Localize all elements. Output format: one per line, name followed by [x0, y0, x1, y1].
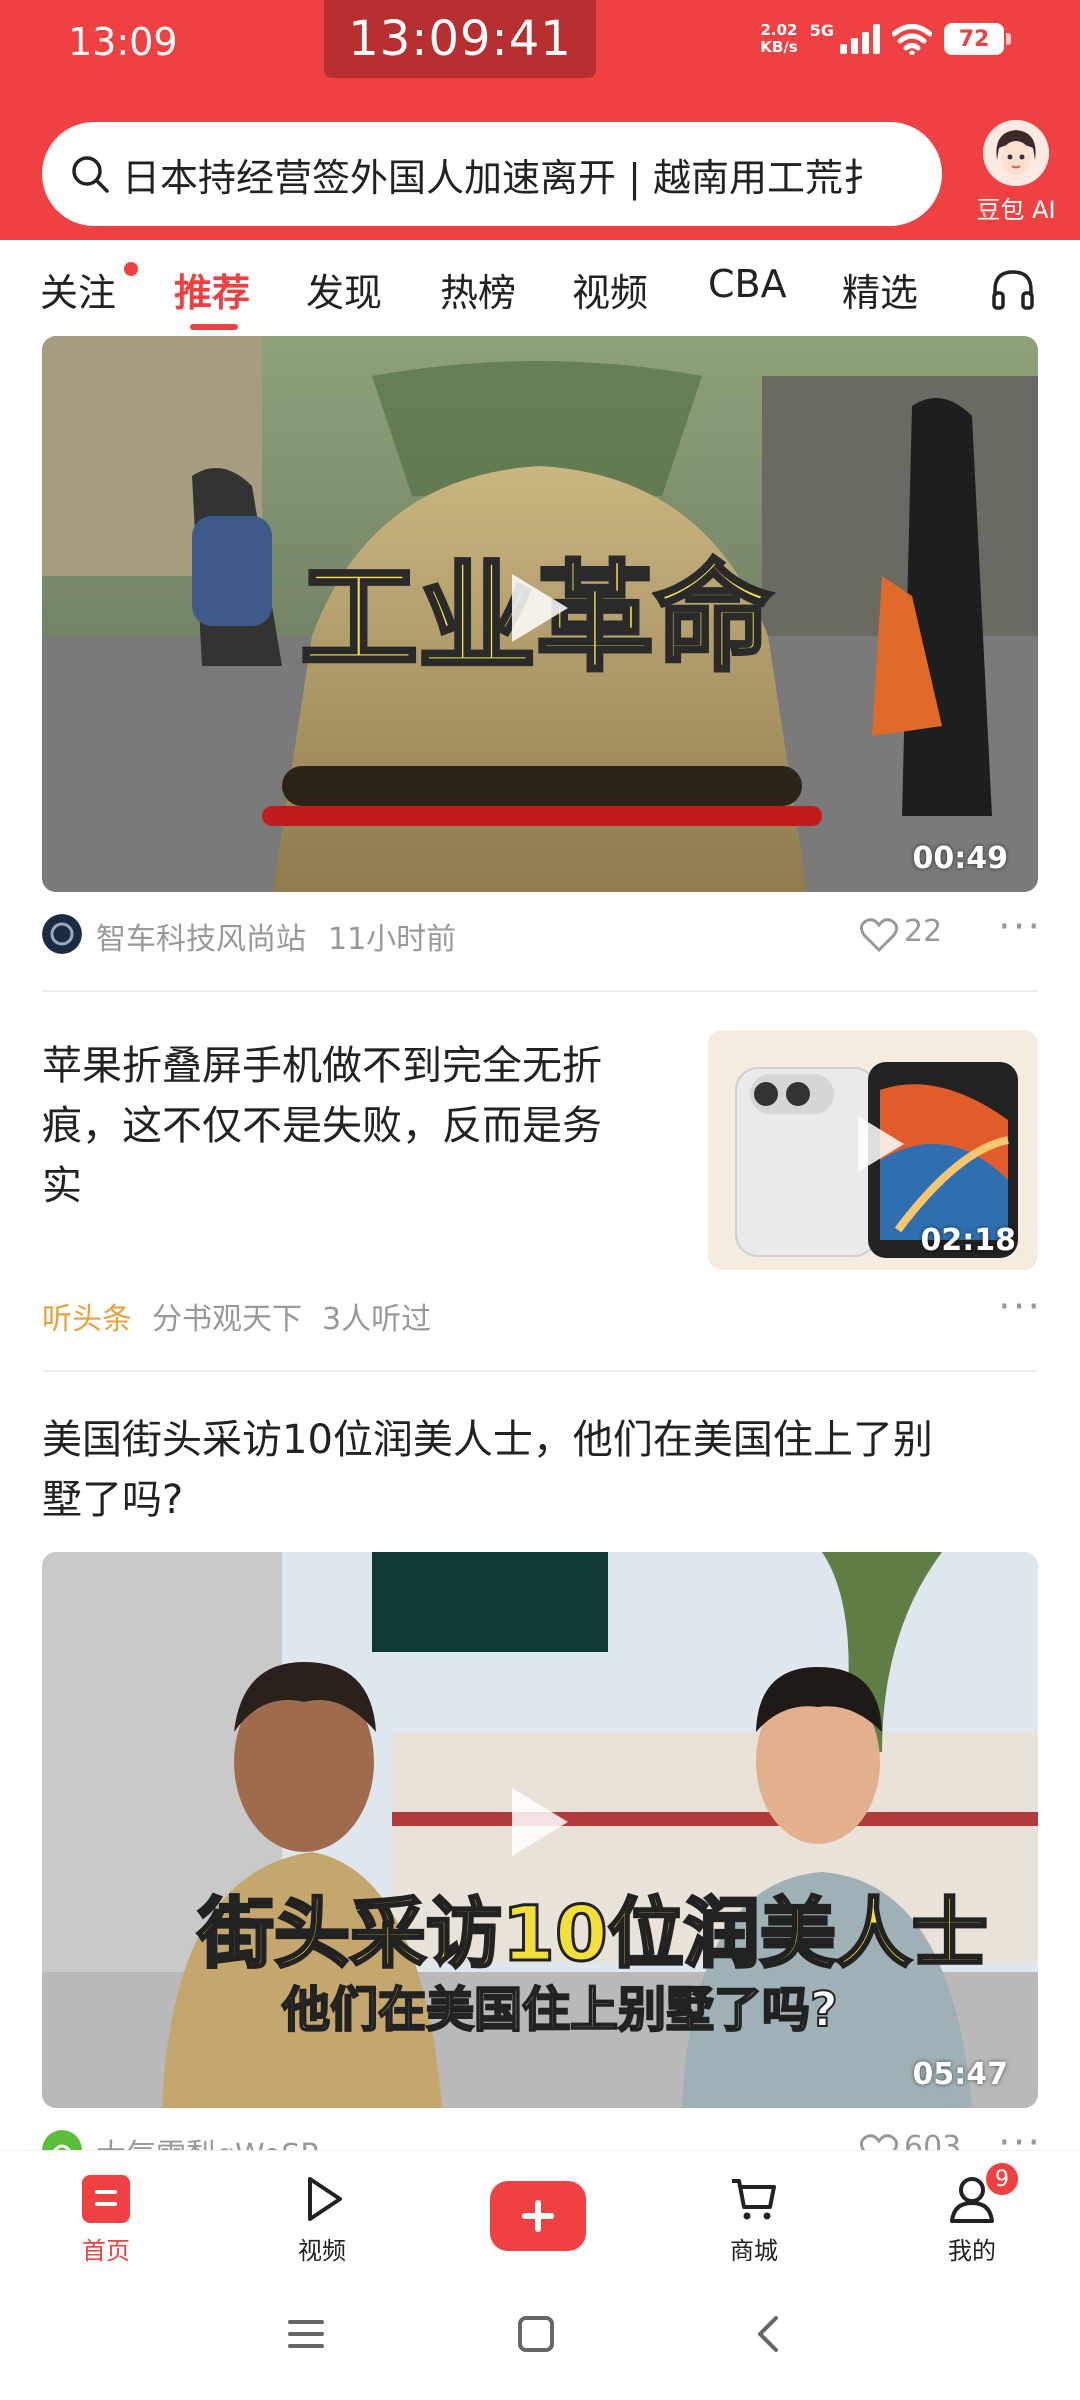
video-overlay-title: 街头采访10位润美人士: [197, 1888, 990, 1980]
net-speed-unit: KB/s: [760, 38, 798, 56]
plus-icon: [522, 2200, 554, 2232]
clock-overlay: 13:09:41: [324, 0, 596, 78]
video-duration: 00:49: [912, 841, 1009, 876]
nav-mall[interactable]: 商城: [694, 2173, 814, 2266]
play-outline-icon: [308, 2177, 342, 2221]
home-icon: [82, 2175, 130, 2223]
more-icon[interactable]: ···: [998, 904, 1042, 950]
like-icon[interactable]: [860, 918, 898, 952]
wifi-icon: [892, 24, 932, 55]
channel-tabs: 关注 推荐 发现 热榜 视频 CBA 精选: [0, 240, 1080, 332]
search-suggestion: 日本持经营签外国人加速离开 | 越南用工荒扌: [122, 155, 881, 200]
ai-avatar: [983, 120, 1049, 186]
more-icon[interactable]: ···: [998, 1284, 1042, 1330]
article-title-line: 墅了吗?: [42, 1477, 184, 1523]
active-tab-indicator: [190, 324, 238, 330]
tab-recommend[interactable]: 推荐: [174, 262, 250, 317]
tab-cba[interactable]: CBA: [708, 262, 787, 306]
headphone-icon[interactable]: [990, 266, 1036, 312]
battery-icon: 72: [944, 23, 1011, 55]
signal-icon: [840, 24, 880, 54]
tab-discover[interactable]: 发现: [306, 262, 382, 317]
article-title[interactable]: 苹果折叠屏手机做不到完全无折 痕，这不仅不是失败，反而是务 实: [42, 1036, 682, 1216]
video-duration: 05:47: [912, 2057, 1009, 2092]
publish-button[interactable]: [490, 2181, 586, 2251]
nav-video-label: 视频: [298, 2237, 346, 2265]
cart-icon: [732, 2179, 776, 2220]
home-square-icon[interactable]: [516, 2314, 556, 2354]
net-speed: 2.02 KB/s: [760, 22, 797, 56]
source-avatar[interactable]: [42, 914, 82, 954]
play-icon: [858, 1116, 904, 1172]
video-thumbnail[interactable]: 街头采访10位润美人士 他们在美国住上别墅了吗? 05:47: [42, 1552, 1038, 2108]
video-duration: 02:18: [920, 1223, 1017, 1258]
listen-count: 3人听过: [322, 1302, 432, 1337]
article-title-line: 苹果折叠屏手机做不到完全无折: [42, 1043, 602, 1089]
header: 13:09 13:09:41 2.02 KB/s 5G 72 日本持经营签外国人…: [0, 0, 1080, 240]
listen-tag[interactable]: 听头条: [42, 1294, 132, 1338]
bottom-nav: 首页 视频 商城 9 我的: [0, 2150, 1080, 2280]
article-title-line: 美国街头采访10位润美人士，他们在美国住上了别: [42, 1417, 933, 1463]
nav-me-label: 我的: [948, 2237, 996, 2265]
video-thumbnail[interactable]: 工业革命 00:49: [42, 336, 1038, 892]
play-icon: [512, 574, 568, 642]
article-title-line: 痕，这不仅不是失败，反而是务: [42, 1103, 602, 1149]
menu-icon[interactable]: [286, 2314, 326, 2354]
net-speed-value: 2.02: [760, 21, 798, 39]
divider: [42, 1370, 1038, 1372]
status-time: 13:09: [68, 20, 178, 64]
notification-badge: 9: [984, 2161, 1020, 2197]
like-count: 22: [904, 914, 943, 949]
article-thumbnail[interactable]: 02:18: [708, 1030, 1038, 1270]
source-name[interactable]: 智车科技风尚站: [96, 914, 306, 958]
status-icons: 2.02 KB/s 5G 72: [760, 20, 1011, 56]
back-icon[interactable]: [748, 2314, 788, 2354]
ai-label: 豆包 AI: [976, 196, 1056, 224]
play-icon: [512, 1788, 568, 1856]
nav-mall-label: 商城: [730, 2237, 778, 2265]
system-navigation-bar: [0, 2280, 1080, 2400]
nav-home[interactable]: 首页: [46, 2173, 166, 2266]
ai-assistant-button[interactable]: 豆包 AI: [966, 120, 1066, 225]
source-name[interactable]: 分书观天下: [152, 1294, 302, 1338]
tab-hot[interactable]: 热榜: [440, 262, 516, 317]
tab-featured[interactable]: 精选: [842, 262, 918, 317]
search-icon: [72, 156, 109, 193]
search-bar[interactable]: 日本持经营签外国人加速离开 | 越南用工荒扌: [42, 122, 942, 226]
nav-video[interactable]: 视频: [262, 2173, 382, 2266]
app-screen: 13:09 13:09:41 2.02 KB/s 5G 72 日本持经营签外国人…: [0, 0, 1080, 2400]
nav-me[interactable]: 9 我的: [912, 2161, 1032, 2266]
article-title-line: 实: [42, 1163, 82, 1209]
article-title[interactable]: 美国街头采访10位润美人士，他们在美国住上了别 墅了吗?: [42, 1410, 1042, 1530]
new-dot: [124, 262, 138, 276]
post-time: 11小时前: [328, 922, 457, 957]
network-type: 5G: [809, 20, 834, 40]
divider: [42, 990, 1038, 992]
tab-follow[interactable]: 关注: [40, 262, 116, 317]
tab-video[interactable]: 视频: [572, 262, 648, 317]
nav-home-label: 首页: [82, 2237, 130, 2265]
video-overlay-subtitle: 他们在美国住上别墅了吗?: [281, 1981, 839, 2039]
